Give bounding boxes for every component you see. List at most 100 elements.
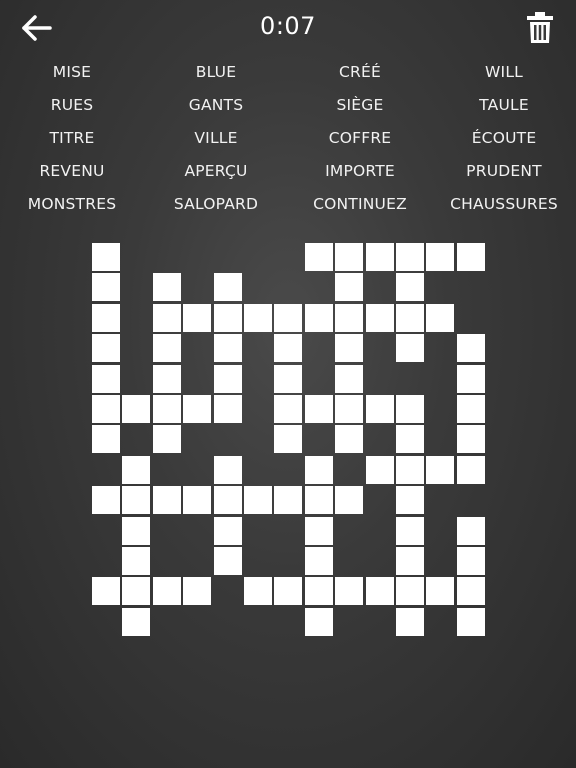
grid-cell[interactable] xyxy=(365,577,394,606)
grid-cell[interactable] xyxy=(396,516,424,545)
grid-cell[interactable] xyxy=(304,395,333,423)
grid-cell[interactable] xyxy=(426,577,455,606)
grid-cell[interactable] xyxy=(456,516,485,545)
grid-cell[interactable] xyxy=(122,486,151,515)
grid-cell[interactable] xyxy=(213,455,242,484)
grid-cell[interactable] xyxy=(365,243,394,271)
grid-cell[interactable] xyxy=(274,334,303,363)
grid-cell[interactable] xyxy=(152,486,181,515)
grid-cell[interactable] xyxy=(335,273,364,302)
grid-cell[interactable] xyxy=(304,547,333,575)
grid-cell[interactable] xyxy=(396,455,424,484)
grid-cell[interactable] xyxy=(152,425,181,454)
grid-cell[interactable] xyxy=(152,303,181,332)
grid-cell[interactable] xyxy=(396,334,424,363)
grid-cell[interactable] xyxy=(396,607,424,636)
grid-cell[interactable] xyxy=(213,395,242,423)
grid-cell[interactable] xyxy=(244,486,272,515)
grid-cell[interactable] xyxy=(122,577,151,606)
grid-cell[interactable] xyxy=(365,455,394,484)
grid-cell[interactable] xyxy=(304,577,333,606)
grid-cell[interactable] xyxy=(426,303,455,332)
grid-cell[interactable] xyxy=(274,364,303,393)
grid-cell[interactable] xyxy=(152,395,181,423)
grid-cell[interactable] xyxy=(335,577,364,606)
grid-cell[interactable] xyxy=(274,395,303,423)
grid-cell[interactable] xyxy=(396,303,424,332)
grid-cell[interactable] xyxy=(456,243,485,271)
grid-cell[interactable] xyxy=(396,425,424,454)
grid-cell[interactable] xyxy=(152,334,181,363)
grid-cell[interactable] xyxy=(456,607,485,636)
grid-cell[interactable] xyxy=(152,577,181,606)
grid-cell[interactable] xyxy=(92,425,120,454)
grid-cell[interactable] xyxy=(213,364,242,393)
grid-cell[interactable] xyxy=(183,486,212,515)
grid-cell[interactable] xyxy=(274,425,303,454)
word-item: WILL xyxy=(485,63,523,81)
grid-cell[interactable] xyxy=(396,273,424,302)
grid-cell[interactable] xyxy=(456,395,485,423)
grid-cell[interactable] xyxy=(183,395,212,423)
grid-cell[interactable] xyxy=(335,486,364,515)
grid-cell[interactable] xyxy=(304,486,333,515)
grid-cell[interactable] xyxy=(396,486,424,515)
grid-cell[interactable] xyxy=(304,516,333,545)
word-list: MISE BLUE CRÉÉ WILL RUES GANTS SIÈGE TAU… xyxy=(0,58,576,223)
grid-cell[interactable] xyxy=(122,547,151,575)
grid-cell[interactable] xyxy=(213,303,242,332)
grid-cell[interactable] xyxy=(335,395,364,423)
grid-cell[interactable] xyxy=(152,364,181,393)
grid-cell[interactable] xyxy=(456,455,485,484)
grid-cell[interactable] xyxy=(335,334,364,363)
grid-cell[interactable] xyxy=(92,364,120,393)
grid-cell[interactable] xyxy=(92,486,120,515)
grid-cell[interactable] xyxy=(304,243,333,271)
grid-cell[interactable] xyxy=(396,243,424,271)
grid-cell[interactable] xyxy=(92,334,120,363)
clear-button[interactable] xyxy=(524,10,556,46)
grid-cell[interactable] xyxy=(456,334,485,363)
grid-cell[interactable] xyxy=(274,486,303,515)
grid-cell[interactable] xyxy=(183,577,212,606)
grid-cell[interactable] xyxy=(152,273,181,302)
grid-cell[interactable] xyxy=(456,425,485,454)
grid-cell[interactable] xyxy=(92,273,120,302)
grid-cell[interactable] xyxy=(92,243,120,271)
grid-cell[interactable] xyxy=(213,547,242,575)
grid-cell[interactable] xyxy=(304,607,333,636)
grid-cell[interactable] xyxy=(244,303,272,332)
grid-cell[interactable] xyxy=(92,395,120,423)
grid-cell[interactable] xyxy=(122,516,151,545)
grid-cell[interactable] xyxy=(335,243,364,271)
grid-cell[interactable] xyxy=(456,547,485,575)
grid-cell[interactable] xyxy=(183,303,212,332)
grid-cell[interactable] xyxy=(335,303,364,332)
grid-cell[interactable] xyxy=(122,395,151,423)
grid-cell[interactable] xyxy=(92,577,120,606)
grid-cell[interactable] xyxy=(335,425,364,454)
grid-cell[interactable] xyxy=(92,303,120,332)
grid-cell[interactable] xyxy=(456,577,485,606)
word-row: TITRE VILLE COFFRE ÉCOUTE xyxy=(0,124,576,157)
grid-cell[interactable] xyxy=(426,243,455,271)
grid-cell[interactable] xyxy=(365,303,394,332)
grid-cell[interactable] xyxy=(213,334,242,363)
grid-cell[interactable] xyxy=(122,455,151,484)
grid-cell[interactable] xyxy=(456,364,485,393)
grid-cell[interactable] xyxy=(213,273,242,302)
grid-cell[interactable] xyxy=(396,577,424,606)
grid-cell[interactable] xyxy=(244,577,272,606)
grid-cell[interactable] xyxy=(274,577,303,606)
grid-cell[interactable] xyxy=(213,486,242,515)
grid-cell[interactable] xyxy=(426,455,455,484)
grid-cell[interactable] xyxy=(213,516,242,545)
grid-cell[interactable] xyxy=(122,607,151,636)
grid-cell[interactable] xyxy=(335,364,364,393)
grid-cell[interactable] xyxy=(365,395,394,423)
grid-cell[interactable] xyxy=(274,303,303,332)
grid-cell[interactable] xyxy=(304,303,333,332)
grid-cell[interactable] xyxy=(396,395,424,423)
grid-cell[interactable] xyxy=(396,547,424,575)
grid-cell[interactable] xyxy=(304,455,333,484)
